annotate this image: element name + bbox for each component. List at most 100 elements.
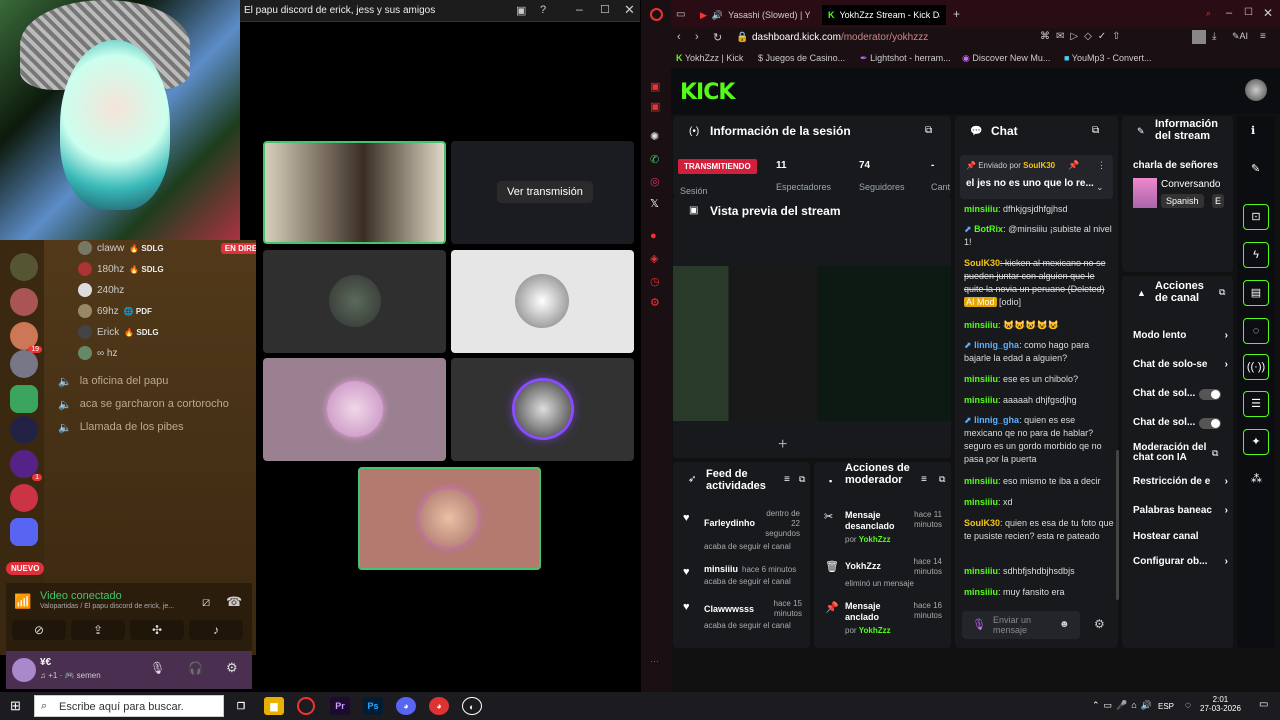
feed-user[interactable]: Farleydinho bbox=[704, 518, 755, 528]
disconnect-icon[interactable]: ☎ bbox=[226, 594, 242, 610]
mod-action-title[interactable]: YokhZzz bbox=[845, 561, 881, 571]
voice-user-row[interactable]: 240hz bbox=[78, 281, 278, 299]
tab-kick[interactable]: K YokhZzz Stream - Kick Da bbox=[822, 5, 946, 25]
voice-user-row[interactable]: ∞ hz bbox=[78, 344, 278, 362]
app-icon[interactable]: ◕ bbox=[429, 697, 449, 715]
bookmark-item[interactable]: $ Juegos de Casino... bbox=[758, 53, 845, 63]
share-icon[interactable]: ⁂ bbox=[1251, 472, 1262, 485]
voice-channel-garcharon[interactable]: 🔈 aca se garcharon a cortorocho bbox=[58, 395, 229, 413]
tab-menu-icon[interactable]: ▭ bbox=[676, 9, 685, 20]
opera-icon[interactable] bbox=[297, 697, 315, 715]
voice-channel-oficina[interactable]: 🔈 la oficina del papu bbox=[58, 372, 168, 390]
popout-icon[interactable]: ⧉ bbox=[799, 474, 805, 485]
extension-icons[interactable]: ⌘✉▷◇✓⇧ bbox=[1040, 31, 1127, 42]
windows-start-icon[interactable]: ⊞ bbox=[10, 698, 21, 714]
close-icon[interactable]: ✕ bbox=[624, 2, 635, 18]
app-icon[interactable]: ◐ bbox=[462, 697, 482, 715]
chat-user[interactable]: linnig_gha bbox=[974, 415, 1019, 425]
chat-user[interactable]: minsiiiu bbox=[964, 395, 998, 405]
server-icon[interactable] bbox=[10, 385, 38, 413]
chat-user[interactable]: minsiiiu bbox=[964, 566, 998, 576]
chat-user[interactable]: minsiiiu bbox=[964, 497, 998, 507]
tray-icons[interactable]: ⌃▭🎤⌂🔊 bbox=[1092, 700, 1156, 711]
followers-only-row[interactable]: Chat de solo-se › bbox=[1133, 359, 1228, 370]
notifications-icon[interactable]: ▭ bbox=[1259, 699, 1268, 710]
broadcast-button[interactable]: ((·)) bbox=[1243, 354, 1269, 380]
menu-icon[interactable]: ⋯ bbox=[650, 656, 659, 667]
camera-off-button[interactable]: ⊘ bbox=[12, 620, 66, 640]
microphone-icon[interactable]: 🎙 bbox=[972, 618, 986, 631]
avatar[interactable] bbox=[1245, 79, 1267, 101]
mod-user[interactable]: YokhZzz bbox=[859, 535, 891, 544]
bookmark-item[interactable]: ■ YouMp3 - Convert... bbox=[1064, 53, 1152, 63]
stream-preview-image[interactable] bbox=[673, 266, 951, 421]
x-icon[interactable]: 𝕏 bbox=[650, 197, 659, 210]
chat-user[interactable]: minsiiiu bbox=[964, 374, 998, 384]
voice-user-row[interactable]: Erick 🔥 SDLG bbox=[78, 323, 278, 341]
minimize-icon[interactable]: – bbox=[1226, 7, 1232, 19]
sidebar-item-icon[interactable]: ▣ bbox=[650, 80, 660, 93]
chat-user[interactable]: BotRix bbox=[974, 224, 1003, 234]
chat-message[interactable]: minsiiiu: xd bbox=[964, 496, 1114, 509]
maximize-icon[interactable]: ☐ bbox=[1244, 7, 1253, 18]
chatgpt-icon[interactable]: ✺ bbox=[650, 130, 659, 143]
tab-youtube[interactable]: ▶ 🔊 Yasashi (Slowed) | You bbox=[694, 5, 816, 25]
chat-message[interactable]: minsiiiu: aaaaah dhjfgsdjhg bbox=[964, 394, 1114, 407]
chat-message[interactable]: ⬈ BotRix: @minsiiiu ¡subiste al nivel 1! bbox=[964, 223, 1114, 249]
bookmark-item[interactable]: ✒ Lightshot - herram... bbox=[860, 53, 951, 64]
maximize-icon[interactable]: ☐ bbox=[600, 3, 610, 16]
server-icon[interactable] bbox=[10, 253, 38, 281]
url-field[interactable]: dashboard.kick.com/moderator/yokhzzz bbox=[752, 32, 928, 43]
voice-user-row[interactable]: 180hz 🔥 SDLG bbox=[78, 260, 278, 278]
voice-user-tile[interactable] bbox=[451, 250, 634, 353]
chat-user[interactable]: minsiiiu bbox=[964, 587, 998, 597]
menu-icon[interactable]: ≡ bbox=[1260, 31, 1266, 42]
slow-mode-row[interactable]: Modo lento › bbox=[1133, 330, 1228, 341]
noise-suppression-icon[interactable]: ⧄ bbox=[202, 594, 210, 610]
chat-message-deleted[interactable]: SoulK30: kicken al mexicano no se pueden… bbox=[964, 257, 1114, 309]
feed-user[interactable]: Clawwwsss bbox=[704, 604, 754, 614]
premiere-icon[interactable]: Pr bbox=[330, 697, 350, 715]
chat-user[interactable]: minsiiiu bbox=[964, 320, 998, 330]
chat-user[interactable]: SoulK30 bbox=[964, 518, 1000, 528]
emote-only-toggle[interactable] bbox=[1199, 418, 1221, 429]
activities-button[interactable]: ✣ bbox=[130, 620, 184, 640]
voice-user-row[interactable]: 69hz 🌐 PDF bbox=[78, 302, 278, 320]
gear-icon[interactable]: ⚙ bbox=[1094, 617, 1105, 631]
server-icon[interactable] bbox=[10, 450, 43, 481]
gear-icon[interactable]: ⚙ bbox=[226, 660, 238, 676]
chat-message[interactable]: minsiiiu: ese es un chibolo? bbox=[964, 373, 1114, 386]
server-icon[interactable] bbox=[10, 484, 38, 512]
new-tab-icon[interactable]: + bbox=[953, 7, 960, 21]
category-thumbnail[interactable] bbox=[1133, 178, 1157, 208]
task-view-icon[interactable]: ❐ bbox=[231, 697, 251, 715]
discord-icon[interactable]: ◕ bbox=[396, 697, 416, 715]
voice-user-tile[interactable] bbox=[263, 358, 446, 461]
chat-user[interactable]: linnig_gha bbox=[974, 340, 1019, 350]
chat-message[interactable]: minsiiiu: dfhkjgsjdhfgjhsd bbox=[964, 203, 1114, 216]
back-icon[interactable]: ‹ bbox=[677, 31, 681, 43]
more-icon[interactable]: ⋮ bbox=[1097, 160, 1106, 171]
bookmark-item[interactable]: ◉ Discover New Mu... bbox=[962, 53, 1050, 64]
voice-channel-path[interactable]: Valopartidas / El papu discord de erick,… bbox=[40, 603, 174, 610]
popout-icon[interactable]: ⧉ bbox=[925, 125, 932, 136]
host-channel-row[interactable]: Hostear canal bbox=[1133, 531, 1228, 542]
minimize-icon[interactable]: – bbox=[576, 2, 583, 16]
info-icon[interactable]: ℹ bbox=[1251, 124, 1255, 137]
stream-tile[interactable]: Ver transmisión bbox=[451, 141, 634, 244]
chat-message[interactable]: minsiiiu: eso mismo te iba a decir bbox=[964, 475, 1114, 488]
popout-icon[interactable]: ⧉ bbox=[1219, 287, 1225, 298]
sidebar-item-icon[interactable]: ◈ bbox=[650, 252, 658, 265]
pinned-user[interactable]: SoulK30 bbox=[1023, 161, 1055, 170]
language-indicator[interactable]: ESP bbox=[1158, 702, 1174, 711]
external-link-icon[interactable]: ⧉ bbox=[1212, 448, 1218, 459]
server-icon[interactable] bbox=[10, 350, 38, 378]
server-icon[interactable] bbox=[10, 288, 38, 316]
chat-scrollbar[interactable] bbox=[1116, 450, 1119, 600]
chat-user[interactable]: SoulK30 bbox=[964, 258, 1000, 268]
sidebar-item-icon[interactable]: ● bbox=[650, 230, 657, 242]
bookmark-item[interactable]: K YokhZzz | Kick bbox=[676, 53, 743, 63]
screen-share-button[interactable]: ⇪ bbox=[71, 620, 125, 640]
chat-user[interactable]: minsiiiu bbox=[964, 204, 998, 214]
file-explorer-icon[interactable]: ▆ bbox=[264, 697, 284, 715]
